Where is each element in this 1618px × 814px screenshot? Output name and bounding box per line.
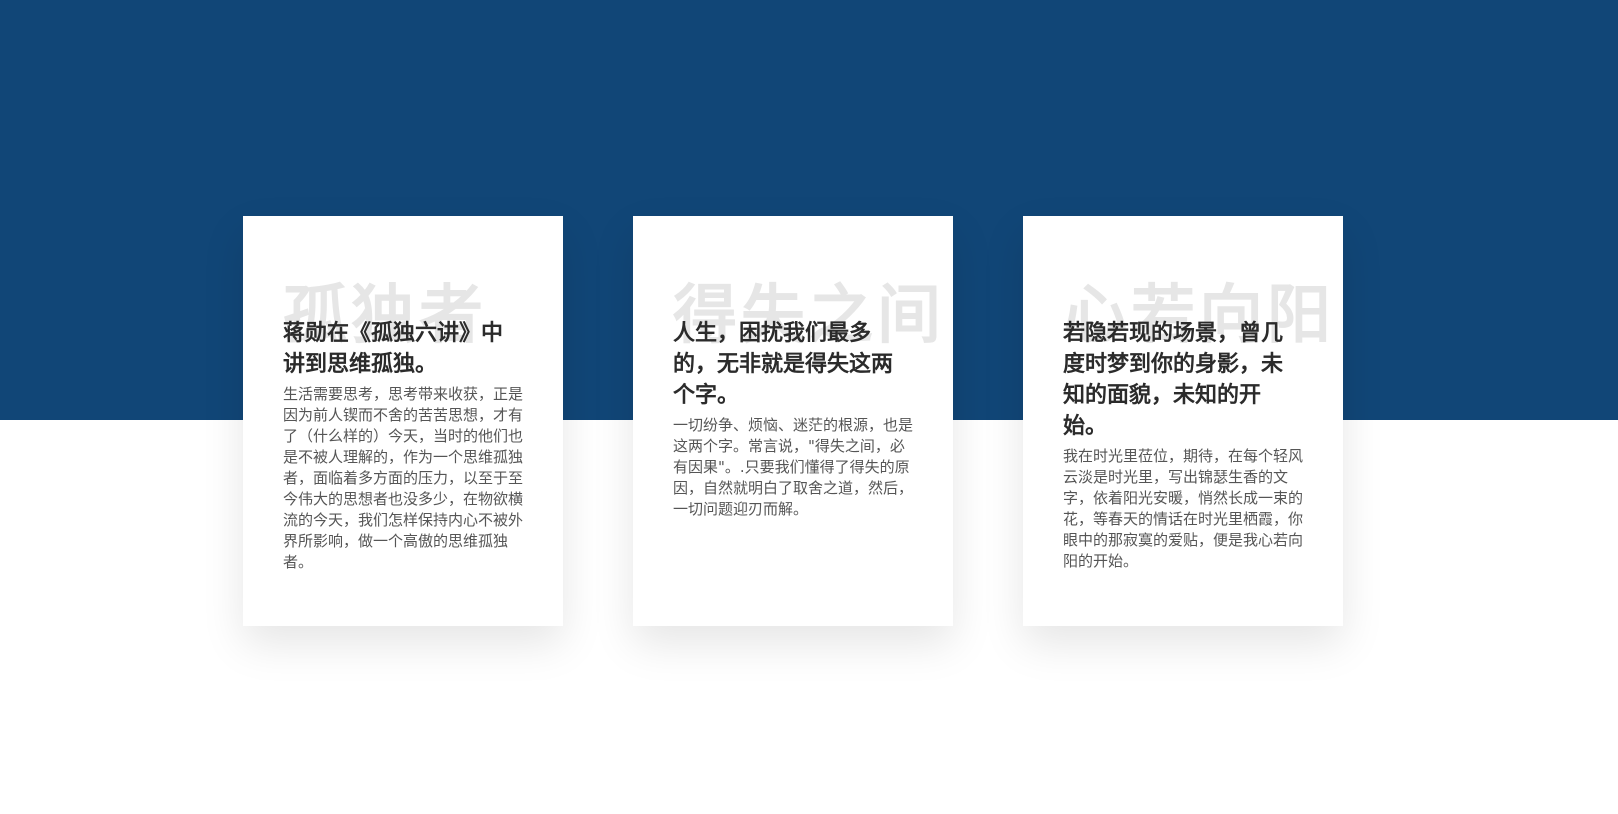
card-row: 孤独者 蒋勋在《孤独六讲》中讲到思维孤独。 生活需要思考，思考带来收获，正是因为… bbox=[243, 216, 1343, 626]
card-content: 人生，困扰我们最多的，无非就是得失这两个字。 一切纷争、烦恼、迷茫的根源，也是这… bbox=[673, 318, 913, 520]
card-gain-loss: 得失之间 人生，困扰我们最多的，无非就是得失这两个字。 一切纷争、烦恼、迷茫的根… bbox=[633, 216, 953, 626]
card-body: 一切纷争、烦恼、迷茫的根源，也是这两个字。常言说，"得失之间，必有因果"。.只要… bbox=[673, 416, 914, 518]
card-body: 我在时光里莅位，期待，在每个轻风云淡是时光里，写出锦瑟生香的文字，依着阳光安暖，… bbox=[1063, 447, 1304, 570]
card-title: 若隐若现的场景，曾几度时梦到你的身影，未知的面貌，未知的开始。 bbox=[1063, 321, 1284, 439]
card-sunward: 心若向阳 若隐若现的场景，曾几度时梦到你的身影，未知的面貌，未知的开始。 我在时… bbox=[1023, 216, 1343, 626]
card-content: 蒋勋在《孤独六讲》中讲到思维孤独。 生活需要思考，思考带来收获，正是因为前人锲而… bbox=[283, 318, 523, 573]
card-body: 生活需要思考，思考带来收获，正是因为前人锲而不舍的苦苦思想，才有了（什么样的）今… bbox=[283, 385, 524, 571]
card-title: 蒋勋在《孤独六讲》中讲到思维孤独。 bbox=[283, 321, 504, 377]
card-title: 人生，困扰我们最多的，无非就是得失这两个字。 bbox=[673, 321, 894, 408]
card-solitude: 孤独者 蒋勋在《孤独六讲》中讲到思维孤独。 生活需要思考，思考带来收获，正是因为… bbox=[243, 216, 563, 626]
page: 孤独者 蒋勋在《孤独六讲》中讲到思维孤独。 生活需要思考，思考带来收获，正是因为… bbox=[0, 0, 1618, 814]
card-content: 若隐若现的场景，曾几度时梦到你的身影，未知的面貌，未知的开始。 我在时光里莅位，… bbox=[1063, 318, 1303, 572]
